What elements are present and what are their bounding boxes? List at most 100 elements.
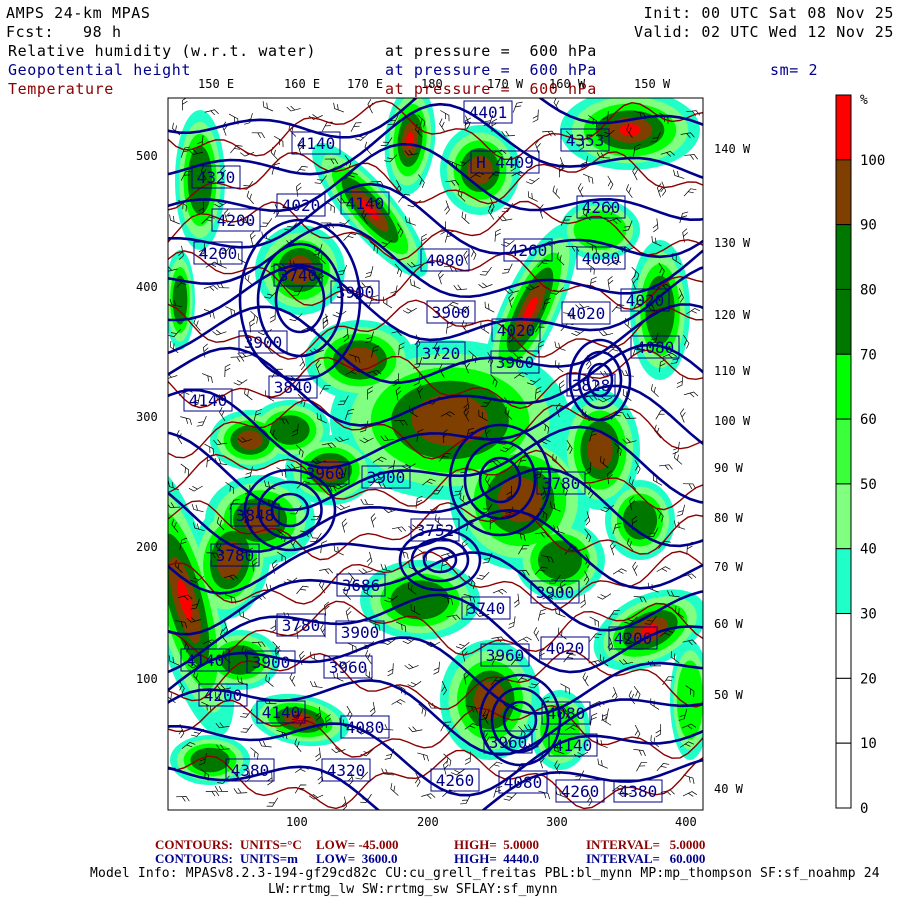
svg-text:3780: 3780 <box>282 616 321 635</box>
longitude-label-right: 40 W <box>714 782 743 796</box>
svg-text:3900: 3900 <box>244 333 283 352</box>
height-contours-units: UNITS=m <box>240 851 298 866</box>
height-contour-label: 4320 <box>191 165 241 189</box>
longitude-label-right: 60 W <box>714 617 743 631</box>
svg-text:4080: 4080 <box>547 704 586 723</box>
svg-text:3686: 3686 <box>342 576 381 595</box>
svg-text:4080: 4080 <box>582 249 621 268</box>
height-contour-label: 4200 <box>193 241 243 265</box>
height-contour-label: 4020 <box>540 636 590 660</box>
colorbar-label: 40 <box>860 542 877 558</box>
colorbar-label: 20 <box>860 671 877 687</box>
longitude-label-right: 70 W <box>714 560 743 574</box>
height-contour-label: 3848 <box>230 503 280 527</box>
forecast-hour: Fcst: 98 h <box>6 23 122 41</box>
svg-text:3960: 3960 <box>486 646 525 665</box>
longitude-label-right: 50 W <box>714 688 743 702</box>
plot-area: 4401 4140 4353 4320 H 4409 4200 4020 4140 4260 42… <box>168 98 703 810</box>
svg-text:4260: 4260 <box>509 241 548 260</box>
svg-text:3840: 3840 <box>274 378 313 397</box>
colorbar-swatch <box>835 677 852 744</box>
height-contour-label: 4020 <box>491 318 541 342</box>
height-contour-label: 3900 <box>335 620 385 644</box>
svg-text:3960: 3960 <box>496 353 535 372</box>
weather-map: 44014140 43534320H 440942004020 4140 426042… <box>167 93 885 817</box>
svg-text:4200: 4200 <box>614 629 653 648</box>
svg-text:3828: 3828 <box>572 376 611 395</box>
height-contour-label: 4353 <box>560 128 610 152</box>
colorbar-swatch <box>835 353 852 420</box>
longitude-label-top: 150 E <box>198 77 235 91</box>
height-contour-label: 3960 <box>483 730 533 754</box>
longitude-label-top: 160 E <box>284 77 321 91</box>
valid-time: Valid: 02 UTC Wed 12 Nov 25 <box>633 23 894 41</box>
height-contour-label: 3900 <box>330 280 380 304</box>
height-contour-label: 3840 <box>268 375 318 399</box>
colorbar-label: 10 <box>860 736 877 752</box>
height-contour-label: 3900 <box>530 580 580 604</box>
model-info-line-2: LW:rrtmg_lw SW:rrtmg_sw SFLAY:sf_mynn <box>268 882 558 897</box>
svg-text:4200: 4200 <box>199 244 238 263</box>
height-contour-label: 4200 <box>211 208 261 232</box>
height-contour-label: 4320 <box>321 758 371 782</box>
colorbar-swatch <box>835 548 852 615</box>
svg-text:4353: 4353 <box>566 131 605 150</box>
height-contour-label: 4260 <box>555 779 605 803</box>
longitude-label-right: 120 W <box>714 308 751 322</box>
colorbar-swatch <box>835 742 852 809</box>
colorbar-swatch <box>835 613 852 679</box>
field-height-name: Geopotential height <box>8 61 191 79</box>
height-contour-label: 3740 <box>461 596 511 620</box>
svg-text:4320: 4320 <box>327 761 366 780</box>
x-tick-label: 300 <box>546 815 568 829</box>
colorbar-swatch <box>835 94 852 161</box>
height-contour-label: 3960 <box>490 350 540 374</box>
svg-text:4260: 4260 <box>582 198 621 217</box>
height-contour-label: 4380 <box>613 779 663 803</box>
height-contours-label: CONTOURS: <box>155 851 233 866</box>
svg-text:4140: 4140 <box>262 703 301 722</box>
y-tick-label: 400 <box>136 280 158 294</box>
height-contour-label: 3780 <box>276 613 326 637</box>
svg-text:4080: 4080 <box>636 338 675 357</box>
y-tick-label: 100 <box>136 672 158 686</box>
height-contour-label: 4200 <box>608 626 658 650</box>
svg-text:4080: 4080 <box>346 718 385 737</box>
height-contour-label: 3900 <box>426 300 476 324</box>
svg-text:H 4409: H 4409 <box>476 153 534 172</box>
height-contour-label: 4140 <box>180 648 230 672</box>
height-contour-label: 4200 <box>198 683 248 707</box>
height-contour-label: 3752 <box>410 518 460 542</box>
longitude-label-right: 140 W <box>714 142 751 156</box>
colorbar-unit: % <box>860 93 868 108</box>
longitude-label-right: 130 W <box>714 236 751 250</box>
svg-text:4020: 4020 <box>626 291 665 310</box>
svg-text:3900: 3900 <box>536 583 575 602</box>
colorbar-label: 60 <box>860 412 877 428</box>
svg-text:4140: 4140 <box>297 134 336 153</box>
svg-text:3960: 3960 <box>329 658 368 677</box>
longitude-label-top: 170 W <box>487 77 524 91</box>
svg-text:3780: 3780 <box>216 546 255 565</box>
height-contour-label: 4140 <box>183 388 233 412</box>
svg-text:4140: 4140 <box>346 194 385 213</box>
longitude-label-top: 150 W <box>634 77 671 91</box>
colorbar-swatch <box>835 159 852 226</box>
svg-text:3900: 3900 <box>367 468 406 487</box>
svg-text:3780: 3780 <box>542 474 581 493</box>
height-contours-low: LOW= 3600.0 <box>316 851 398 866</box>
height-contour-label: 4140 <box>256 700 306 724</box>
colorbar-label: 30 <box>860 607 877 623</box>
svg-text:4140: 4140 <box>554 736 593 755</box>
colorbar-swatch <box>835 418 852 485</box>
height-contour-label: 3740 <box>273 263 323 287</box>
model-title: AMPS 24-km MPAS <box>6 4 151 22</box>
colorbar-label: 90 <box>860 218 877 234</box>
height-contour-label: 4380 <box>225 758 275 782</box>
height-contour-label: 4020 <box>620 288 670 312</box>
svg-text:4380: 4380 <box>231 761 270 780</box>
svg-text:4080: 4080 <box>426 251 465 270</box>
height-contour-label: 3780 <box>536 471 586 495</box>
svg-text:4140: 4140 <box>186 651 225 670</box>
field-temp-name: Temperature <box>8 80 114 98</box>
